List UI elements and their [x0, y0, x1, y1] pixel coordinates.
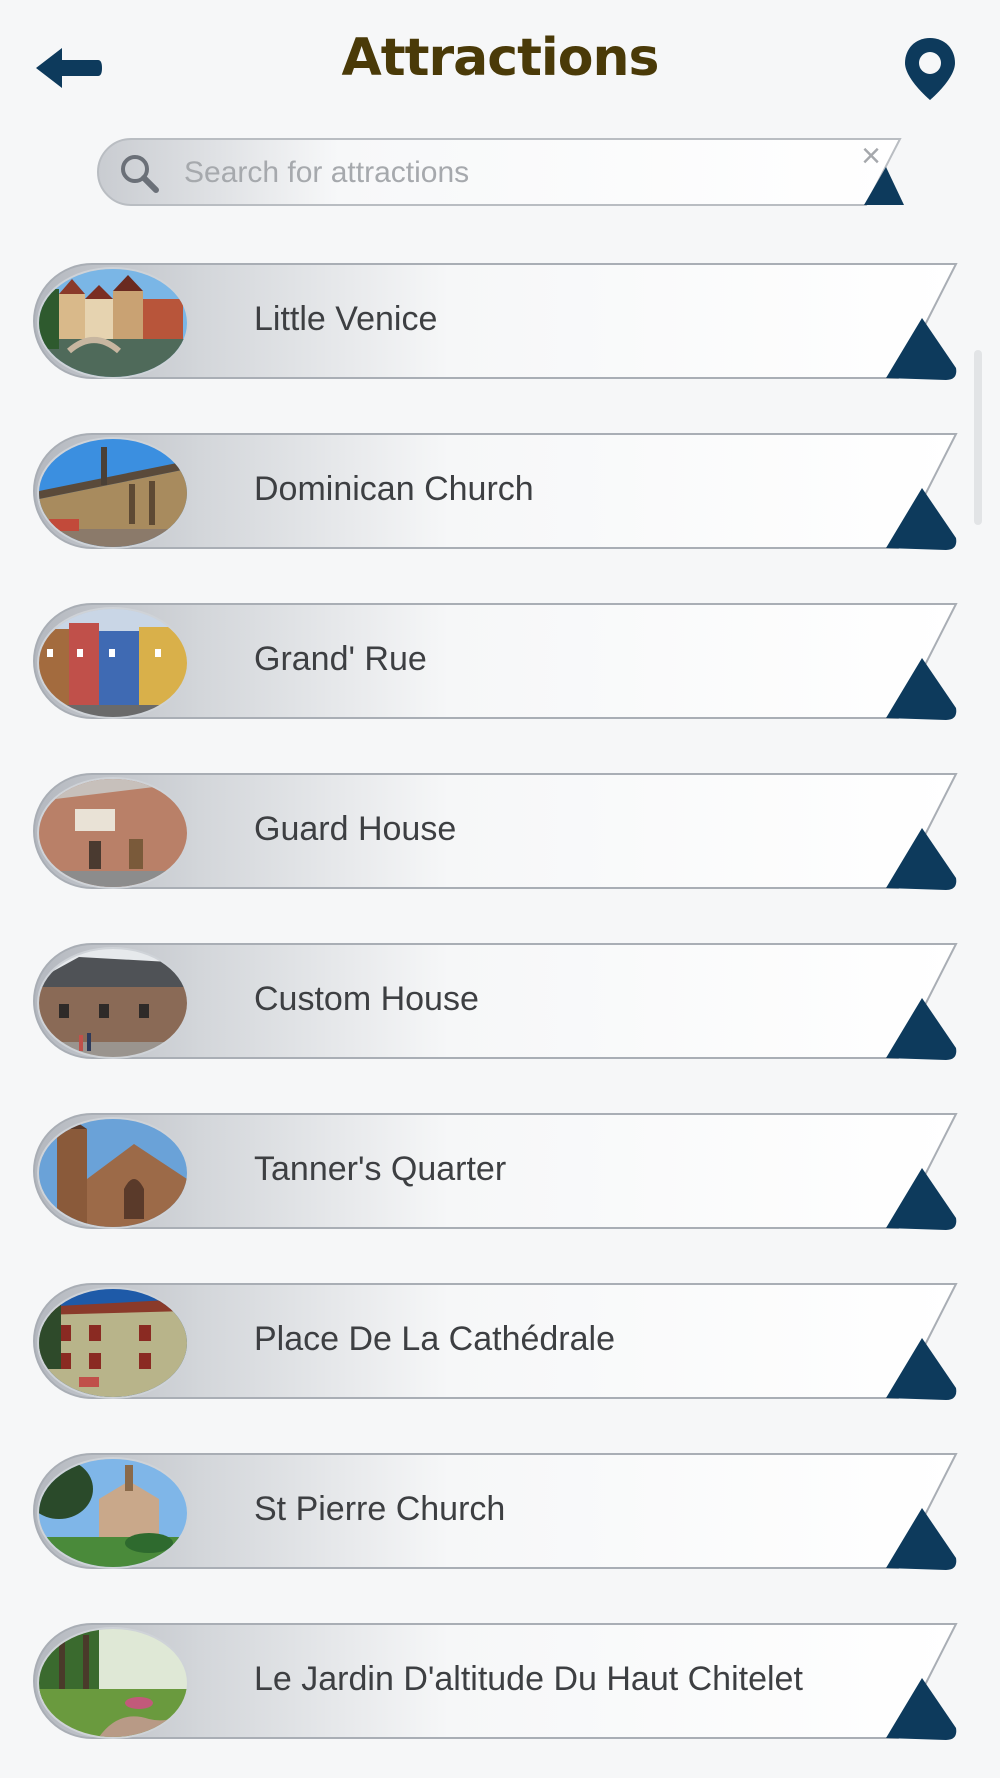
church-garden-photo	[37, 1457, 189, 1569]
square-building-photo	[37, 1287, 189, 1399]
item-label: Guard House	[254, 810, 457, 848]
colorful-houses-photo	[37, 607, 189, 719]
list-item[interactable]: Little Venice	[32, 262, 958, 382]
old-hall-photo	[37, 947, 189, 1059]
cathedral-photo	[37, 1117, 189, 1229]
item-label: Tanner's Quarter	[254, 1150, 507, 1188]
search-icon	[121, 155, 159, 193]
item-label: Grand' Rue	[254, 640, 427, 678]
alpine-garden-photo	[37, 1627, 189, 1739]
canal-houses-photo	[37, 267, 189, 379]
search-input[interactable]	[182, 149, 826, 197]
scrollbar[interactable]	[974, 350, 982, 525]
item-label: Custom House	[254, 980, 479, 1018]
search-bar: ×	[96, 137, 904, 207]
item-label: Little Venice	[254, 300, 438, 338]
page-title: Attractions	[341, 28, 660, 88]
item-label: Le Jardin D'altitude Du Haut Chitelet	[254, 1660, 803, 1698]
item-label: Place De La Cathédrale	[254, 1320, 616, 1358]
list-item[interactable]: St Pierre Church	[32, 1452, 958, 1572]
item-label: St Pierre Church	[254, 1490, 506, 1528]
list-item[interactable]: Tanner's Quarter	[32, 1112, 958, 1232]
clear-search-button[interactable]: ×	[856, 139, 886, 173]
item-label: Dominican Church	[254, 470, 534, 508]
map-pin-icon	[905, 38, 955, 100]
app-header: Attractions	[0, 0, 1000, 130]
list-item[interactable]: Grand' Rue	[32, 602, 958, 722]
stone-building-photo	[37, 777, 189, 889]
map-button[interactable]	[902, 36, 958, 102]
list-item[interactable]: Custom House	[32, 942, 958, 1062]
list-item[interactable]: Guard House	[32, 772, 958, 892]
gothic-church-photo	[37, 437, 189, 549]
list-item[interactable]: Place De La Cathédrale	[32, 1282, 958, 1402]
list-item[interactable]: Le Jardin D'altitude Du Haut Chitelet	[32, 1622, 958, 1742]
list-item[interactable]: Dominican Church	[32, 432, 958, 552]
